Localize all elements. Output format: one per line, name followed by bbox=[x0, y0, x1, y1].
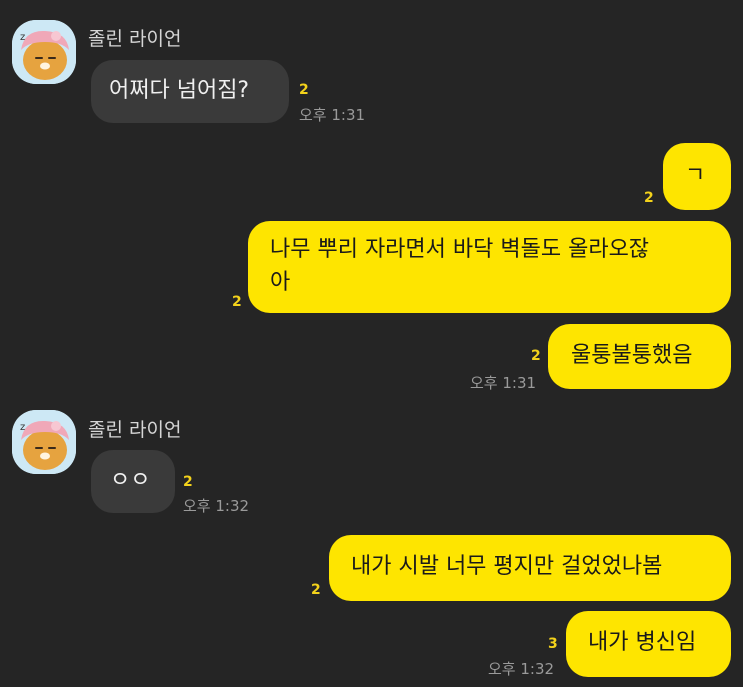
message-time: 오후 1:32 bbox=[488, 660, 555, 678]
message-bubble[interactable]: ㅇㅇ bbox=[91, 450, 175, 513]
unread-count: 2 bbox=[232, 294, 242, 310]
message-bubble[interactable]: 울퉁불퉁했음 bbox=[548, 324, 731, 389]
message-time: 오후 1:31 bbox=[299, 106, 366, 124]
contact-avatar[interactable]: z bbox=[12, 410, 76, 474]
message-line: 아 bbox=[270, 270, 291, 295]
svg-text:z: z bbox=[20, 422, 25, 433]
ryan-sleeping-avatar-icon: z bbox=[12, 20, 76, 84]
message-bubble[interactable]: 나무 뿌리 자라면서 바닥 벽돌도 올라오잖 아 bbox=[248, 221, 731, 313]
message-line: 나무 뿌리 자라면서 바닥 벽돌도 올라오잖 bbox=[270, 237, 650, 262]
unread-count: 2 bbox=[299, 82, 309, 98]
unread-count: 2 bbox=[183, 474, 193, 490]
unread-count: 2 bbox=[531, 348, 541, 364]
sender-name: 졸린 라이언 bbox=[88, 28, 182, 50]
unread-count: 2 bbox=[644, 190, 654, 206]
unread-count: 2 bbox=[311, 582, 321, 598]
ryan-sleeping-avatar-icon: z bbox=[12, 410, 76, 474]
message-bubble[interactable]: 내가 시발 너무 평지만 걸었었나봄 bbox=[329, 535, 731, 601]
message-bubble[interactable]: ㄱ bbox=[663, 143, 731, 210]
contact-avatar[interactable]: z bbox=[12, 20, 76, 84]
sender-name: 졸린 라이언 bbox=[88, 419, 182, 441]
svg-text:z: z bbox=[20, 32, 25, 43]
unread-count: 3 bbox=[548, 636, 558, 652]
message-time: 오후 1:31 bbox=[470, 374, 537, 392]
message-bubble[interactable]: 내가 병신임 bbox=[566, 611, 731, 677]
message-time: 오후 1:32 bbox=[183, 497, 250, 515]
message-bubble[interactable]: 어쩌다 넘어짐? bbox=[91, 60, 289, 123]
